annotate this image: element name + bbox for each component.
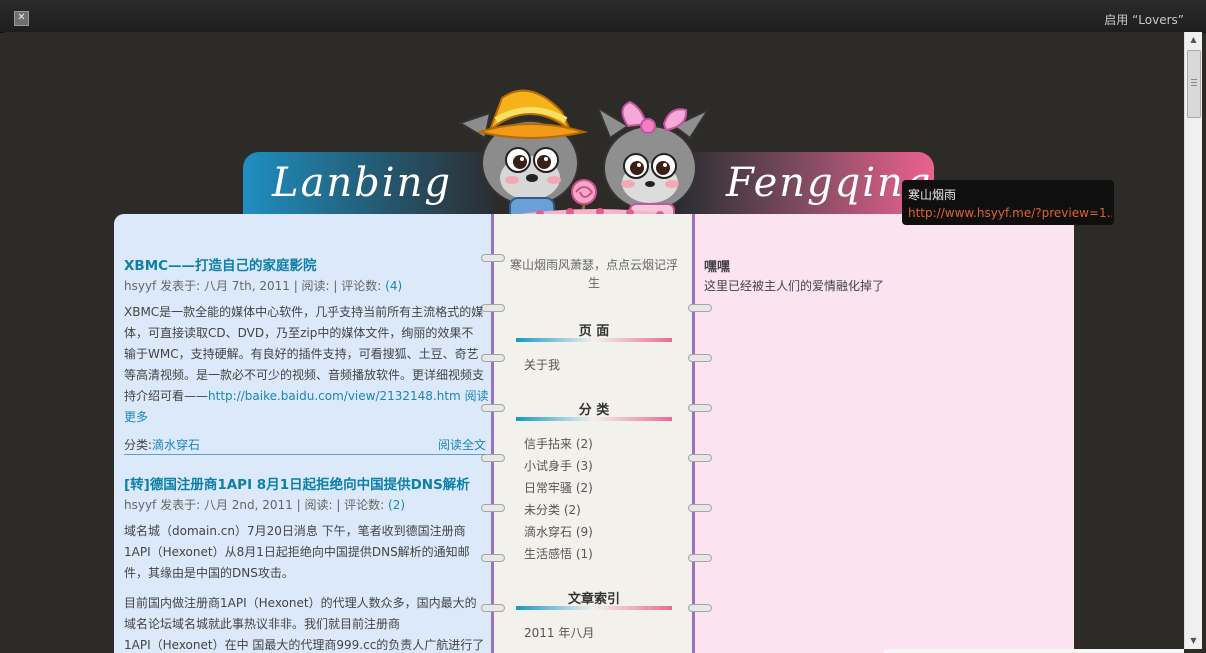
post-body-line: 件，其缘由是中国的DNS攻击。 [124, 566, 294, 580]
post-body: 域名城（domain.cn）7月20日消息 下午，笔者收到德国注册商 1API（… [124, 521, 490, 584]
heading-divider [516, 338, 672, 342]
spiral-ring [481, 454, 505, 462]
post-body-line: 持介绍可看——http://baike.baidu.com/view/21321… [124, 386, 490, 407]
post-body-tail: 持介绍可看—— [124, 389, 209, 403]
spiral-ring [688, 554, 712, 562]
scrollbar-thumb[interactable] [1187, 50, 1201, 118]
sidebar-category-item[interactable]: 未分类 (2) [524, 501, 581, 518]
spiral-ring [688, 404, 712, 412]
mascot-illustration [457, 89, 711, 228]
spiral-ring [688, 454, 712, 462]
heading-divider [516, 606, 672, 610]
sidebar-category-item[interactable]: 滴水穿石 (9) [524, 523, 593, 540]
post-meta-text: hsyyf 发表于: 八月 7th, 2011 | 阅读: | 评论数: [124, 279, 386, 293]
post-body-line: 目前国内做注册商1API（Hexonet）的代理人数众多，国内最大的 [124, 596, 477, 610]
category-link[interactable]: 滴水穿石 [152, 438, 200, 452]
spiral-ring [481, 504, 505, 512]
sidebar-archive-item[interactable]: 2011 年八月 [524, 624, 594, 641]
pages-heading: 页 面 [578, 324, 610, 339]
comment-count-link[interactable]: (4) [385, 279, 402, 293]
bottom-strip [884, 649, 1184, 653]
tooltip-title: 寒山烟雨 [908, 188, 957, 202]
sidebar-category-item[interactable]: 信手拈来 (2) [524, 435, 593, 452]
sidebar-category-item[interactable]: 生活感悟 (1) [524, 545, 593, 562]
sidebar-category-item[interactable]: 日常牢骚 (2) [524, 479, 593, 496]
post-body-line: XBMC是一款全能的媒体中心软件，几乎支持当前所有主流格式的媒 [124, 305, 484, 319]
link-tooltip: 寒山烟雨 http://www.hsyyf.me/?preview=1... [902, 180, 1114, 225]
post-body-line: 1API（Hexonet）从8月1日起拒绝向中国提供DNS解析的通知邮 [124, 545, 470, 559]
spiral-ring [688, 504, 712, 512]
post-body-line: 体，可直接读取CD、DVD，乃至zip中的媒体文件，绚丽的效果不 [124, 326, 474, 340]
post-meta: hsyyf 发表于: 八月 7th, 2011 | 阅读: | 评论数: (4) [124, 277, 402, 294]
post-title[interactable]: XBMC——打造自己的家庭影院 [124, 254, 317, 274]
sidebar-category-item[interactable]: 小试身手 (3) [524, 457, 593, 474]
close-icon[interactable]: ✕ [14, 11, 29, 26]
post-body-line: 等高清视频。是一款必不可少的视频、音频播放软件。更详细视频支 [124, 368, 485, 382]
post-meta: hsyyf 发表于: 八月 2nd, 2011 | 阅读: | 评论数: (2) [124, 496, 405, 513]
post-body: 目前国内做注册商1API（Hexonet）的代理人数众多，国内最大的 域名论坛域… [124, 593, 490, 653]
post-body-line: 输于WMC，支持硬解。有良好的插件支持，可看搜狐、土豆、奇艺 [124, 347, 479, 361]
categories-heading: 分 类 [578, 403, 610, 418]
baike-link[interactable]: http://baike.baidu.com/view/2132148.htm [208, 389, 461, 403]
theme-preview-frame: Lanbing Fengqing XBMC——打造自己的家庭影院 hsyyf 发… [4, 32, 1184, 653]
sidebar-page-about[interactable]: 关于我 [524, 356, 560, 373]
post-title[interactable]: [转]德国注册商1API 8月1日起拒绝向中国提供DNS解析 [124, 473, 470, 493]
scroll-down-icon[interactable]: ▼ [1185, 633, 1202, 649]
post-body-line: 域名城（domain.cn）7月20日消息 下午，笔者收到德国注册商 [124, 524, 466, 538]
spiral-ring [688, 354, 712, 362]
top-bar: ✕ 启用 “Lovers” [0, 0, 1206, 33]
scroll-up-icon[interactable]: ▲ [1185, 32, 1202, 48]
banner-left-text: Lanbing [272, 160, 452, 206]
archive-heading: 文章索引 [567, 592, 620, 607]
read-all-link[interactable]: 阅读全文 [438, 436, 486, 453]
read-more-link-2[interactable]: 更多 [124, 410, 148, 424]
right-post-title: 嘿嘿 [704, 260, 731, 275]
comment-count-link[interactable]: (2) [388, 498, 405, 512]
right-post-body: 这里已经被主人们的爱情融化掉了 [704, 279, 885, 293]
vertical-scrollbar[interactable]: ▲ ▼ [1184, 32, 1202, 649]
post-category-row: 分类:滴水穿石 阅读全文 [124, 436, 486, 455]
post-body-line: 1API（Hexonet）在中 国最大的代理商999.cc的负责人广航进行了 [124, 638, 485, 652]
activate-theme-button[interactable]: 启用 “Lovers” [1104, 11, 1184, 28]
post-meta-text: hsyyf 发表于: 八月 2nd, 2011 | 阅读: | 评论数: [124, 498, 389, 512]
tooltip-url: http://www.hsyyf.me/?preview=1... [908, 206, 1112, 220]
heading-divider [516, 417, 672, 421]
site-tagline: 寒山烟雨风萧瑟，点点云烟记浮生 [509, 258, 678, 290]
spiral-ring [688, 604, 712, 612]
category-label: 分类: [124, 438, 153, 452]
spiral-ring [688, 304, 712, 312]
spiral-ring [481, 254, 505, 262]
read-more-link[interactable]: 阅读 [465, 389, 489, 403]
post-body-line: 域名论坛域名城就此事热议非非。我们就目前注册商 [124, 617, 401, 631]
post-body: XBMC是一款全能的媒体中心软件，几乎支持当前所有主流格式的媒 体，可直接读取C… [124, 302, 490, 428]
